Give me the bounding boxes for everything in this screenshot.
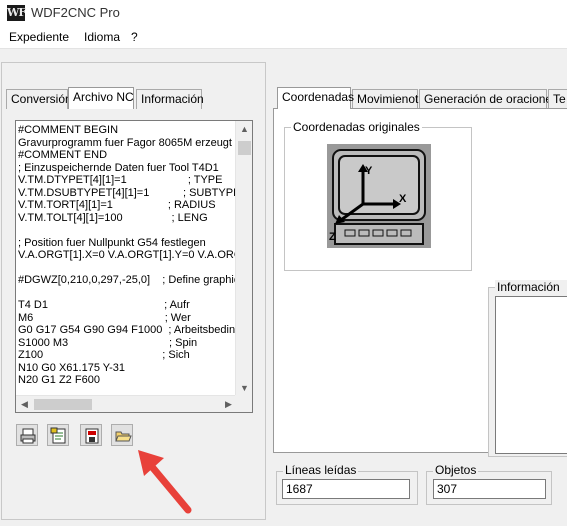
nc-code-line: Z100 ; Sich [18, 349, 190, 361]
nc-code-line: ; Einzuspeichernde Daten fuer Tool T4D1 [18, 161, 219, 174]
horizontal-scrollbar[interactable]: ◀ ▶ [16, 395, 237, 412]
nc-code-line: V.TM.TOLT[4][1]=100 ; LENG [18, 211, 208, 224]
nc-code-line: Gravurprogramm fuer Fagor 8065M erzeugt … [18, 136, 238, 149]
tab-te[interactable]: Te [548, 89, 567, 109]
menu-help[interactable]: ? [131, 30, 138, 44]
window-title: WDF2CNC Pro [31, 5, 120, 20]
open-file-edit-icon [50, 427, 66, 444]
nc-code-line: ; Position fuer Nullpunkt G54 festlegen [18, 236, 206, 249]
tab-conversion[interactable]: Conversión [6, 89, 72, 109]
nc-code-line: #DGWZ[0,210,0,297,-25,0] ; Define graphi… [18, 274, 238, 286]
nc-code-line: S1000 M3 ; Spin [18, 336, 198, 349]
lineas-leidas-field[interactable]: 1687 [282, 479, 410, 499]
nc-code-line [18, 262, 238, 274]
informacion-group: Información de [488, 280, 567, 457]
coordenadas-originales-group: Coordenadas originales Y X Z [284, 120, 472, 271]
horizontal-scroll-thumb[interactable] [34, 399, 92, 410]
nc-code-line: N20 G1 Z2 F600 [18, 374, 100, 386]
axis-z-label: Z [329, 231, 336, 243]
save-nc-button[interactable] [80, 424, 102, 446]
coordenadas-originales-label: Coordenadas originales [291, 120, 422, 134]
nc-code-line: V.TM.TORT[4][1]=1 ; RADIUS [18, 199, 216, 211]
scroll-corner [235, 395, 252, 412]
objetos-field[interactable]: 307 [433, 479, 546, 499]
tab-archivo-nc[interactable]: Archivo NC [68, 87, 134, 109]
app-icon: WF [7, 5, 26, 21]
title-bar: WF WDF2CNC Pro [0, 0, 567, 26]
menu-expediente[interactable]: Expediente [9, 30, 69, 44]
nc-code-line: V.A.ORGT[1].X=0 V.A.ORGT[1].Y=0 V.A.ORGT [18, 249, 238, 261]
nc-code-line [18, 224, 238, 236]
tab-informacion[interactable]: Información [136, 89, 204, 109]
nc-code-line: V.TM.DSUBTYPET[4][1]=1 ; SUBTYPE [18, 186, 238, 199]
print-button[interactable] [16, 424, 38, 446]
nc-code-line: G0 G17 G54 G90 G94 F1000 ; Arbeitsbeding [18, 324, 238, 336]
tab-coordenadas[interactable]: Coordenadas [277, 87, 354, 109]
axis-y-label: Y [365, 165, 373, 177]
nc-file-textarea[interactable]: #COMMENT BEGIN Gravurprogramm fuer Fagor … [15, 120, 253, 413]
nc-code-line: V.TM.DTYPET[4][1]=1 ; TYPE [18, 174, 223, 186]
vertical-scroll-thumb[interactable] [238, 141, 251, 155]
menu-idioma[interactable]: Idioma [84, 30, 120, 44]
annotation-arrow-icon [138, 450, 192, 514]
nc-code-line: M6 ; Wer [18, 311, 191, 324]
nc-code-line: #COMMENT BEGIN [18, 124, 119, 136]
scroll-left-icon[interactable]: ◀ [16, 396, 33, 412]
edit-file-button[interactable] [47, 424, 69, 446]
informacion-textbox[interactable] [495, 296, 567, 454]
nc-code-line: T4 D1 ; Aufr [18, 299, 190, 311]
tab-movimienot[interactable]: Movimienot [352, 89, 418, 109]
lineas-leidas-label: Líneas leídas [283, 463, 359, 477]
print-icon [20, 428, 36, 444]
nc-code-line: N10 G0 X61.175 Y-31 [18, 361, 126, 374]
objetos-label: Objetos [433, 463, 479, 477]
axis-x-label: X [399, 193, 407, 205]
nc-code-line [18, 287, 238, 299]
save-nc-icon [85, 428, 99, 444]
nc-code-line: #COMMENT END [18, 149, 108, 161]
menu-bar: Expediente Idioma ? [0, 26, 567, 48]
tab-generacion-oraciones[interactable]: Generación de oraciones [419, 89, 558, 109]
computer-coordinates-icon: Y X Z [327, 144, 431, 248]
scroll-up-icon[interactable]: ▲ [236, 121, 252, 138]
vertical-scrollbar[interactable]: ▲ ▼ [235, 121, 252, 397]
